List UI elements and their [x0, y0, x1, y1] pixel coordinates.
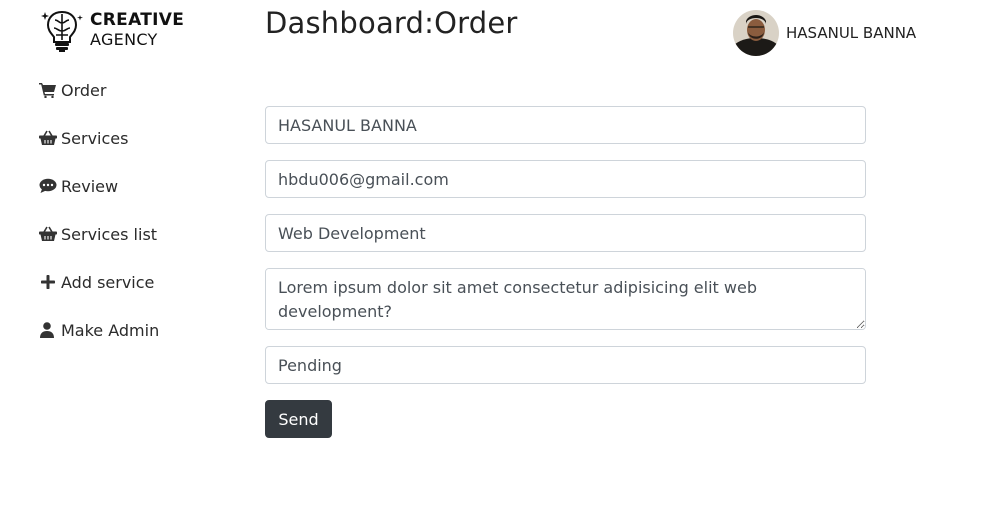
status-input[interactable]	[265, 346, 866, 384]
service-input[interactable]	[265, 214, 866, 252]
avatar	[733, 10, 779, 56]
brand-name-line2: AGENCY	[90, 30, 158, 49]
chat-icon	[39, 178, 57, 193]
sidebar-item-label: Services	[61, 128, 129, 148]
plus-icon	[41, 275, 55, 289]
sidebar-item-review[interactable]: Review	[39, 174, 239, 198]
sidebar-item-label: Add service	[61, 272, 155, 292]
sidebar-item-label: Review	[61, 176, 119, 196]
sidebar-item-label: Make Admin	[61, 320, 160, 340]
brand-logo[interactable]: CREATIVE AGENCY	[40, 6, 184, 54]
email-input[interactable]	[265, 160, 866, 198]
basket-icon	[39, 130, 57, 145]
sidebar-item-make-admin[interactable]: Make Admin	[39, 318, 239, 342]
sidebar-item-services-list[interactable]: Services list	[39, 222, 239, 246]
name-input[interactable]	[265, 106, 866, 144]
brand-name-line1: CREATIVE	[90, 10, 185, 30]
sidebar-item-order[interactable]: Order	[39, 78, 239, 102]
cart-icon	[39, 83, 56, 98]
brain-bulb-icon	[41, 10, 83, 52]
basket-icon	[39, 226, 57, 241]
sidebar-item-services[interactable]: Services	[39, 126, 239, 150]
description-textarea[interactable]: Lorem ipsum dolor sit amet consectetur a…	[265, 268, 866, 330]
user-profile[interactable]: HASANUL BANNA	[733, 10, 916, 56]
avatar-image	[733, 10, 779, 56]
user-name: HASANUL BANNA	[786, 24, 917, 42]
sidebar-nav: Order Services Review Services list Add …	[39, 78, 239, 366]
order-form: Lorem ipsum dolor sit amet consectetur a…	[265, 106, 866, 438]
sidebar-item-add-service[interactable]: Add service	[39, 270, 239, 294]
page-title: Dashboard:Order	[265, 6, 518, 40]
sidebar-item-label: Order	[61, 80, 107, 100]
user-icon	[40, 322, 54, 338]
send-button[interactable]: Send	[265, 400, 332, 438]
sidebar-item-label: Services list	[61, 224, 158, 244]
